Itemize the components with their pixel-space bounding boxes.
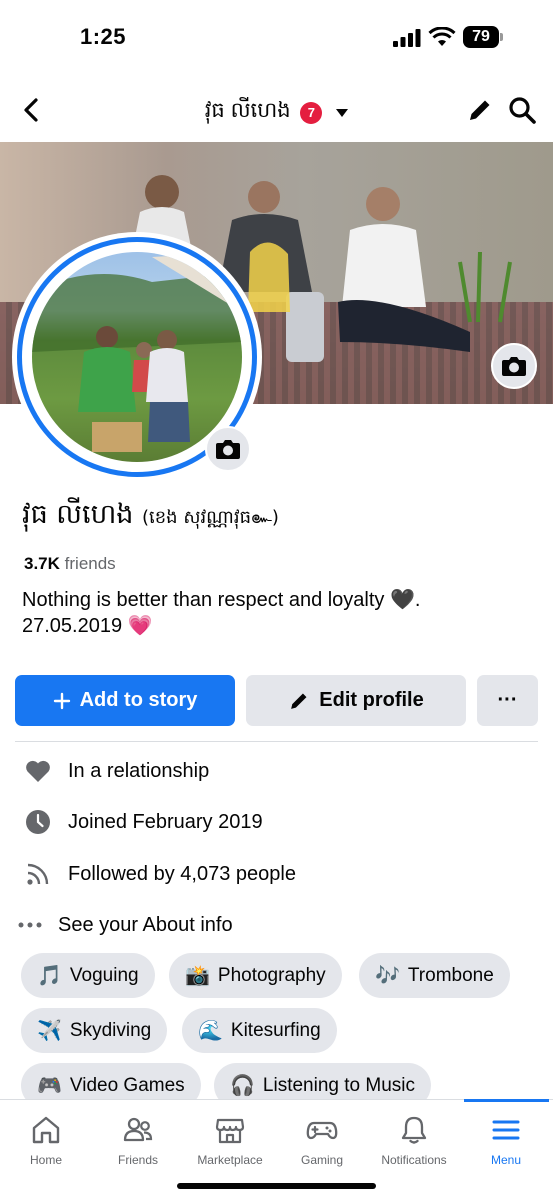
profile-name-row: វុធ លីហេង (ខេង សុវណ្ណាវុធ๛) (22, 498, 279, 537)
gaming-icon (306, 1121, 338, 1140)
profile-alternate-name: (ខេង សុវណ្ណាវុធ๛) (142, 507, 279, 528)
hobby-label: Kitesurfing (230, 1019, 321, 1041)
cellular-signal-icon (393, 29, 421, 47)
hobby-label: Listening to Music (262, 1074, 415, 1096)
dropdown-caret-icon (336, 108, 349, 117)
tab-notifications-label: Notifications (381, 1153, 447, 1167)
hobby-label: Skydiving (69, 1019, 152, 1041)
menu-icon (492, 1120, 520, 1140)
battery-tip (500, 33, 503, 41)
profile-bio: Nothing is better than respect and loyal… (22, 587, 522, 639)
edit-pencil-icon[interactable] (466, 96, 494, 124)
hobby-label: Video Games (69, 1074, 185, 1096)
edit-cover-camera-button[interactable] (491, 343, 537, 389)
tab-friends[interactable]: Friends (92, 1100, 184, 1180)
heart-icon (26, 760, 50, 782)
edit-profile-label: Edit profile (319, 689, 424, 711)
music-note-icon: 🎵 (37, 965, 62, 987)
more-options-icon: ··· (497, 689, 518, 711)
wave-icon: 🌊 (198, 1020, 223, 1042)
game-controller-icon: 🎮 (37, 1075, 62, 1097)
battery-indicator: 79 (463, 26, 503, 48)
friends-number: 3.7K (24, 554, 60, 573)
camera-flash-icon: 📸 (185, 965, 210, 987)
home-icon (32, 1116, 60, 1144)
wifi-icon (428, 27, 456, 46)
header-title: វុធ លីហេង (204, 99, 291, 122)
edit-profile-button[interactable]: Edit profile (246, 675, 466, 726)
joined-date: Joined February 2019 (68, 810, 263, 833)
joined-row: Joined February 2019 (24, 807, 263, 837)
hobby-chip[interactable]: 🎶 Trombone (359, 953, 510, 998)
rss-followers-icon (27, 863, 49, 885)
profile-name: វុធ លីហេង (22, 499, 134, 530)
marketplace-icon (215, 1118, 245, 1144)
friends-label: friends (64, 554, 116, 573)
hobby-label: Trombone (407, 964, 494, 986)
music-notes-icon: 🎶 (375, 965, 400, 987)
tab-marketplace-label: Marketplace (197, 1153, 263, 1167)
hobby-chip[interactable]: ✈️ Skydiving (21, 1008, 168, 1053)
more-options-button[interactable]: ··· (477, 675, 538, 726)
relationship-row: In a relationship (24, 756, 209, 786)
tab-gaming-label: Gaming (300, 1153, 344, 1167)
hobby-label: Photography (217, 964, 326, 986)
followers-count: Followed by 4,073 people (68, 862, 296, 885)
headphones-icon: 🎧 (230, 1075, 255, 1097)
notification-badge: 7 (300, 101, 323, 124)
tab-gaming[interactable]: Gaming (276, 1100, 368, 1180)
tab-menu[interactable]: Menu (460, 1100, 552, 1180)
tab-home[interactable]: Home (0, 1100, 92, 1180)
tab-marketplace[interactable]: Marketplace (184, 1100, 276, 1180)
edit-profile-picture-camera-button[interactable] (205, 426, 251, 472)
search-icon[interactable] (507, 95, 537, 125)
section-divider (15, 741, 538, 742)
camera-icon (216, 440, 240, 459)
status-bar: 1:25 79 (0, 0, 553, 80)
bell-icon (401, 1116, 427, 1144)
tab-home-label: Home (29, 1153, 62, 1167)
home-indicator-bar (177, 1183, 376, 1189)
edit-pencil-icon (291, 693, 307, 709)
hobby-chip[interactable]: 📸 Photography (169, 953, 342, 998)
clock-icon (26, 810, 50, 834)
friends-icon (123, 1117, 153, 1142)
tab-menu-label: Menu (490, 1153, 522, 1167)
followers-row[interactable]: Followed by 4,073 people (24, 859, 296, 889)
friends-count[interactable]: 3.7K friends (24, 554, 116, 574)
camera-icon (502, 357, 526, 376)
hobby-chip[interactable]: 🌊 Kitesurfing (182, 1008, 337, 1053)
tab-notifications[interactable]: Notifications (368, 1100, 460, 1180)
plus-icon (53, 692, 70, 709)
battery-level: 79 (463, 26, 499, 48)
relationship-status: In a relationship (68, 759, 210, 782)
bio-line-1: Nothing is better than respect and loyal… (22, 589, 421, 611)
bio-line-2: 27.05.2019 💗 (22, 615, 153, 637)
status-time: 1:25 (80, 24, 127, 49)
add-to-story-button[interactable]: Add to story (15, 675, 235, 726)
profile-header: វុធ លីហេង 7 (0, 80, 553, 142)
hobby-label: Voguing (69, 964, 139, 986)
see-about-info-label: See your About info (58, 913, 233, 936)
ellipsis-icon (18, 922, 42, 928)
see-about-info-row[interactable]: See your About info (16, 910, 233, 940)
hobby-chip[interactable]: 🎵 Voguing (21, 953, 155, 998)
airplane-icon: ✈️ (37, 1020, 62, 1042)
add-to-story-label: Add to story (79, 689, 198, 711)
tab-friends-label: Friends (117, 1153, 158, 1167)
